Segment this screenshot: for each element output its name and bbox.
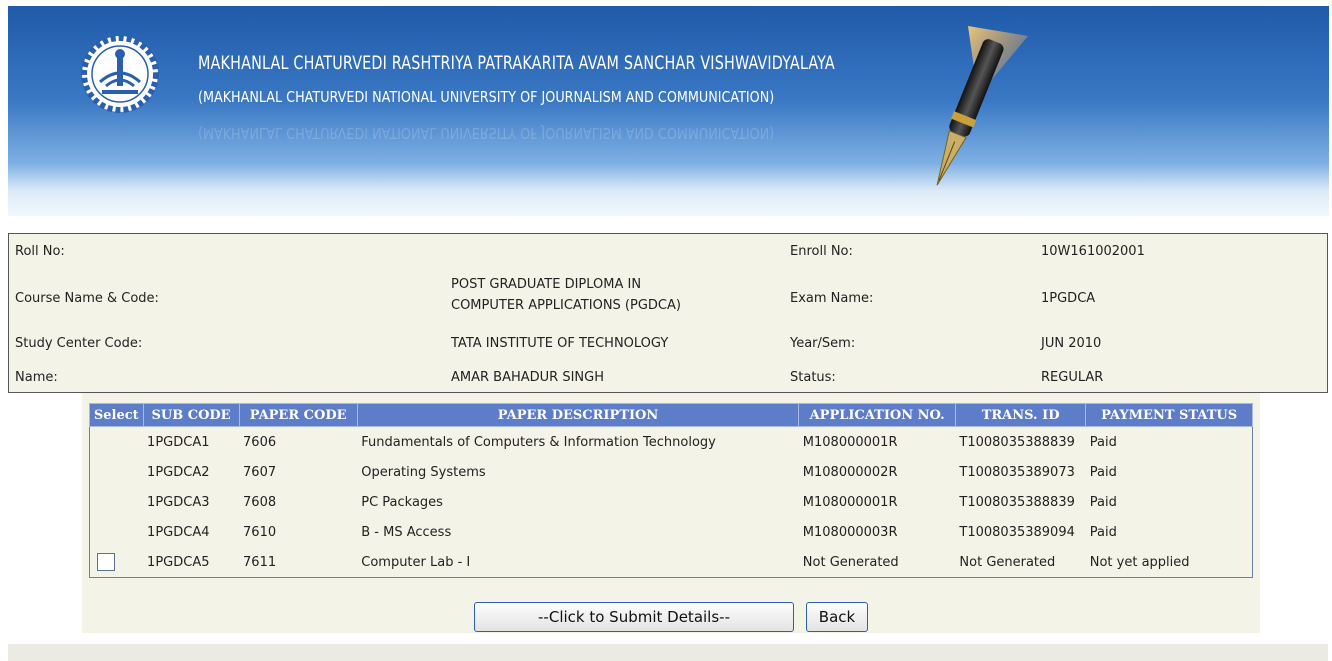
course-label: Course Name & Code: (15, 291, 159, 306)
university-logo-icon (81, 35, 159, 113)
status-label: Status: (790, 370, 836, 385)
course-value-line2: COMPUTER APPLICATIONS (PGDCA) (451, 298, 681, 313)
fountain-pen-icon (936, 26, 1028, 186)
title-reflection: (MAKHANLAL CHATURVEDI NATIONAL UNIVERSIT… (198, 124, 775, 142)
name-label: Name: (15, 370, 58, 385)
payment-status-cell: Not yet applied (1089, 554, 1190, 570)
select-checkbox-1pgdca5[interactable] (97, 553, 115, 571)
paper-code-cell: 7608 (243, 494, 277, 510)
trans-id-cell: T1008035389073 (959, 464, 1075, 480)
sub-code-cell: 1PGDCA3 (147, 494, 210, 510)
table-row: 1PGDCA1 7606 Fundamentals of Computers &… (90, 427, 1253, 458)
sub-code-cell: 1PGDCA2 (147, 464, 210, 480)
papers-table: Select SUB CODE PAPER CODE PAPER DESCRIP… (89, 403, 1253, 578)
papers-panel: Select SUB CODE PAPER CODE PAPER DESCRIP… (82, 393, 1260, 633)
select-cell (90, 457, 144, 487)
university-title-english: (MAKHANLAL CHATURVEDI NATIONAL UNIVERSIT… (198, 88, 775, 106)
paper-code-cell: 7610 (243, 524, 277, 540)
application-no-cell: M108000003R (802, 524, 898, 540)
name-value: AMAR BAHADUR SINGH (451, 370, 604, 385)
table-row: 1PGDCA4 7610 B - MS Access M108000003R T… (90, 517, 1253, 547)
trans-id-cell: Not Generated (959, 554, 1056, 570)
year-sem-label: Year/Sem: (790, 336, 856, 351)
paper-description-cell: Computer Lab - I (361, 554, 471, 570)
trans-id-cell: T1008035388839 (959, 434, 1075, 450)
col-header-trans-id: TRANS. ID (954, 403, 1087, 427)
site-header: MAKHANLAL CHATURVEDI RASHTRIYA PATRAKARI… (8, 6, 1329, 216)
trans-id-cell: T1008035388839 (959, 494, 1075, 510)
col-header-select: Select (89, 403, 144, 427)
study-center-label: Study Center Code: (15, 336, 143, 351)
sub-code-cell: 1PGDCA5 (147, 554, 210, 570)
enroll-no-value: 10W161002001 (1041, 244, 1145, 259)
university-title-transliterated: MAKHANLAL CHATURVEDI RASHTRIYA PATRAKARI… (198, 52, 835, 74)
paper-description-cell: Operating Systems (361, 464, 486, 480)
table-row: 1PGDCA2 7607 Operating Systems M10800000… (90, 457, 1253, 487)
paper-description-cell: PC Packages (361, 494, 443, 510)
submit-details-button[interactable]: --Click to Submit Details-- (474, 602, 794, 632)
paper-code-cell: 7611 (243, 554, 277, 570)
payment-status-cell: Paid (1089, 434, 1117, 450)
paper-code-cell: 7607 (243, 464, 277, 480)
payment-status-cell: Paid (1089, 524, 1117, 540)
select-cell (90, 487, 144, 517)
col-header-paper-description: PAPER DESCRIPTION (356, 403, 800, 427)
sub-code-cell: 1PGDCA4 (147, 524, 210, 540)
enroll-no-label: Enroll No: (790, 244, 853, 259)
application-no-cell: Not Generated (802, 554, 899, 570)
application-no-cell: M108000001R (802, 494, 898, 510)
table-row: 1PGDCA5 7611 Computer Lab - I Not Genera… (90, 547, 1253, 578)
col-header-sub-code: SUB CODE (142, 403, 240, 427)
papers-header-row: Select SUB CODE PAPER CODE PAPER DESCRIP… (89, 403, 1253, 427)
sub-code-cell: 1PGDCA1 (147, 434, 210, 450)
col-header-paper-code: PAPER CODE (238, 403, 358, 427)
course-value-line1: POST GRADUATE DIPLOMA IN (451, 277, 642, 292)
year-sem-value: JUN 2010 (1041, 336, 1102, 351)
col-header-application-no: APPLICATION NO. (798, 403, 956, 427)
paper-code-cell: 7606 (243, 434, 277, 450)
table-row: 1PGDCA3 7608 PC Packages M108000001R T10… (90, 487, 1253, 517)
select-cell (90, 547, 144, 578)
student-info-panel: Roll No: Enroll No: 10W161002001 Course … (8, 233, 1328, 393)
application-no-cell: M108000002R (802, 464, 898, 480)
paper-description-cell: B - MS Access (361, 524, 452, 540)
back-button[interactable]: Back (806, 602, 868, 632)
footer-bar (8, 644, 1328, 661)
select-cell (90, 427, 144, 458)
application-no-cell: M108000001R (802, 434, 898, 450)
col-header-payment-status: PAYMENT STATUS (1085, 403, 1253, 427)
exam-name-value: 1PGDCA (1041, 291, 1096, 306)
study-center-value: TATA INSTITUTE OF TECHNOLOGY (451, 336, 669, 351)
payment-status-cell: Paid (1089, 494, 1117, 510)
payment-status-cell: Paid (1089, 464, 1117, 480)
roll-no-label: Roll No: (15, 244, 65, 259)
select-cell (90, 517, 144, 547)
status-value: REGULAR (1041, 370, 1104, 385)
trans-id-cell: T1008035389094 (959, 524, 1075, 540)
paper-description-cell: Fundamentals of Computers & Information … (361, 434, 716, 450)
exam-name-label: Exam Name: (790, 291, 874, 306)
